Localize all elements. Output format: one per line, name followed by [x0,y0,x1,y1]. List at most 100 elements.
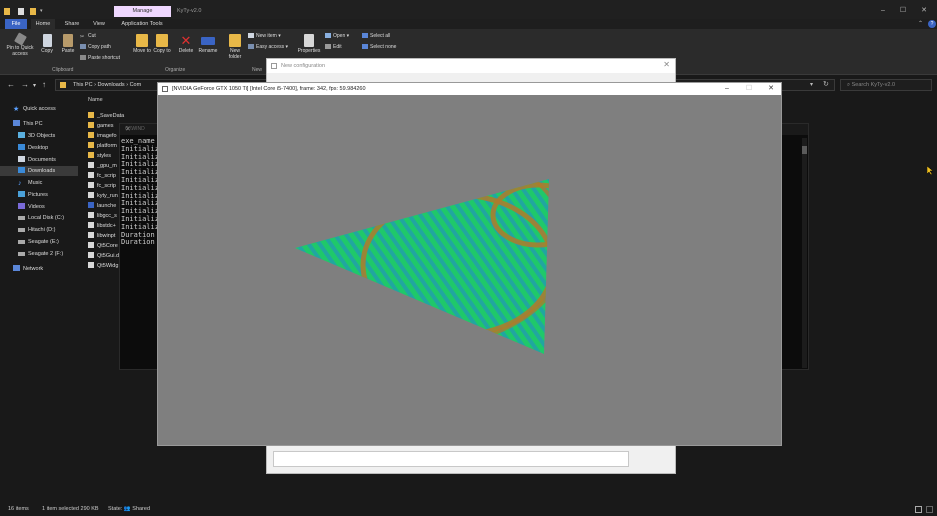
pin-quick-access-button[interactable]: Pin to Quick access [4,32,36,57]
new-folder-button[interactable]: New folder [225,34,245,60]
rename-button[interactable]: Rename [197,34,219,55]
tab-file[interactable]: File [5,19,27,29]
nav-this-pc[interactable]: This PC [13,119,43,129]
nav-desktop[interactable]: Desktop [18,143,48,153]
list-item[interactable]: _gpu_m [88,161,117,171]
gpu-minimize-button[interactable]: – [719,83,735,95]
tab-share[interactable]: Share [62,19,82,29]
properties-button[interactable]: Properties [296,34,322,55]
easy-access-button[interactable]: Easy access ▾ [248,43,288,51]
forward-arrow-icon[interactable]: → [21,80,29,89]
list-item[interactable]: libstdc+ [88,221,116,231]
list-item[interactable]: games [88,121,114,131]
crumb-downloads[interactable]: Downloads [97,82,124,88]
rename-icon [201,37,215,45]
list-item[interactable]: fc_scrip [88,171,116,181]
star-icon: ★ [13,106,20,113]
nav-documents[interactable]: Documents [18,155,56,165]
console-scrollbar[interactable] [802,138,807,368]
list-item[interactable]: launche [88,201,116,211]
dialog-close-button[interactable]: ✕ [663,60,670,69]
large-icons-view-icon[interactable] [926,506,933,513]
file-icon [88,222,94,228]
documents-icon [18,156,25,162]
nav-music[interactable]: ♪ Music [18,178,42,188]
nav-3d-objects[interactable]: 3D Objects [18,131,55,141]
tab-home[interactable]: Home [31,19,55,29]
details-view-icon[interactable] [915,506,922,513]
open-button[interactable]: Open ▾ [325,32,349,40]
nav-videos[interactable]: Videos [18,202,45,212]
new-folder-icon[interactable] [30,8,36,15]
list-item[interactable]: Qt5Widg [88,261,118,271]
list-item[interactable]: fc_scrip [88,181,116,191]
minimize-button[interactable]: – [876,6,890,16]
dialog-title-bar[interactable]: New configuration ✕ [267,59,675,73]
ribbon-tabs: File Home Share View Application Tools ⌃… [0,19,937,29]
select-all-button[interactable]: Select all [362,32,390,40]
list-item[interactable]: Qt5Gui.d [88,251,119,261]
nav-pictures[interactable]: Pictures [18,190,48,200]
crumb-this-pc[interactable]: This PC [73,82,93,88]
copy-path-button[interactable]: Copy path [80,43,111,51]
gpu-maximize-button[interactable]: ☐ [741,83,757,95]
tab-application-tools[interactable]: Application Tools [116,19,168,29]
nav-hitachi-d[interactable]: Hitachi (D:) [18,225,56,235]
select-none-button[interactable]: Select none [362,43,396,51]
move-to-button[interactable]: Move to [133,34,151,55]
list-item[interactable]: _SaveData [88,111,124,121]
nav-seagate2-f[interactable]: Seagate 2 (F:) [18,249,63,259]
copy-to-icon [156,34,168,47]
network-icon [13,265,20,271]
paste-shortcut-button[interactable]: Paste shortcut [80,54,120,62]
file-icon [88,252,94,258]
up-arrow-icon[interactable]: ↑ [42,80,46,89]
dialog-text-field[interactable] [273,451,629,467]
copy-button[interactable]: Copy [38,34,56,55]
chevron-down-icon[interactable]: ▾ [40,8,46,15]
list-item[interactable]: platform [88,141,117,151]
list-item[interactable]: imagefo [88,131,117,141]
list-item[interactable]: kyty_run [88,191,118,201]
edit-button[interactable]: Edit [325,43,342,51]
move-to-icon [136,34,148,47]
gpu-title-bar[interactable]: [NVIDIA GeForce GTX 1050 Ti] [Intel Core… [158,83,781,95]
nav-quick-access[interactable]: ★ Quick access [13,104,56,114]
list-item[interactable]: Qt5Core [88,241,118,251]
cut-button[interactable]: ✂ Cut [80,32,96,40]
list-item[interactable]: libgcc_s [88,211,117,221]
crumb-com[interactable]: Com [130,82,142,88]
refresh-icon[interactable]: ↻ [823,80,829,90]
item-name: libgcc_s [97,213,117,219]
paste-button[interactable]: Paste [58,34,78,55]
properties-icon[interactable] [18,8,24,15]
delete-button[interactable]: ✕ Delete [176,34,196,55]
properties-label: Properties [297,48,321,54]
console-scroll-thumb[interactable] [802,146,807,154]
paste-icon [63,34,73,47]
address-dropdown-icon[interactable]: ▾ [810,80,813,90]
collapse-ribbon-icon[interactable]: ⌃ [918,20,923,27]
column-header-name[interactable]: Name [88,97,103,103]
rename-label: Rename [198,48,218,54]
copy-to-button[interactable]: Copy to [153,34,171,55]
close-button[interactable]: ✕ [917,6,931,16]
gpu-close-button[interactable]: ✕ [763,83,779,95]
tab-manage[interactable]: Manage [114,6,171,17]
new-item-button[interactable]: New item ▾ [248,32,281,40]
maximize-button[interactable]: ☐ [896,6,910,16]
nav-local-disk-c[interactable]: Local Disk (C:) [18,213,64,223]
nav-network[interactable]: Network [13,264,43,274]
list-item[interactable]: libwinpt [88,231,115,241]
gpu-render-window[interactable]: [NVIDIA GeForce GTX 1050 Ti] [Intel Core… [157,82,782,446]
recent-chevron-icon[interactable]: ▾ [33,82,36,89]
list-item[interactable]: styles [88,151,111,161]
tab-view[interactable]: View [89,19,109,29]
nav-downloads[interactable]: Downloads [18,166,55,176]
status-bar: 16 items 1 item selected 290 KB State: 👥… [0,503,937,516]
back-arrow-icon[interactable]: ← [7,80,15,89]
help-icon[interactable]: ? [928,20,936,28]
nav-seagate-e[interactable]: Seagate (E:) [18,237,59,247]
item-name: _gpu_m [97,163,117,169]
search-input[interactable]: ⌕ Search KyTy-v2.0 [840,79,932,91]
